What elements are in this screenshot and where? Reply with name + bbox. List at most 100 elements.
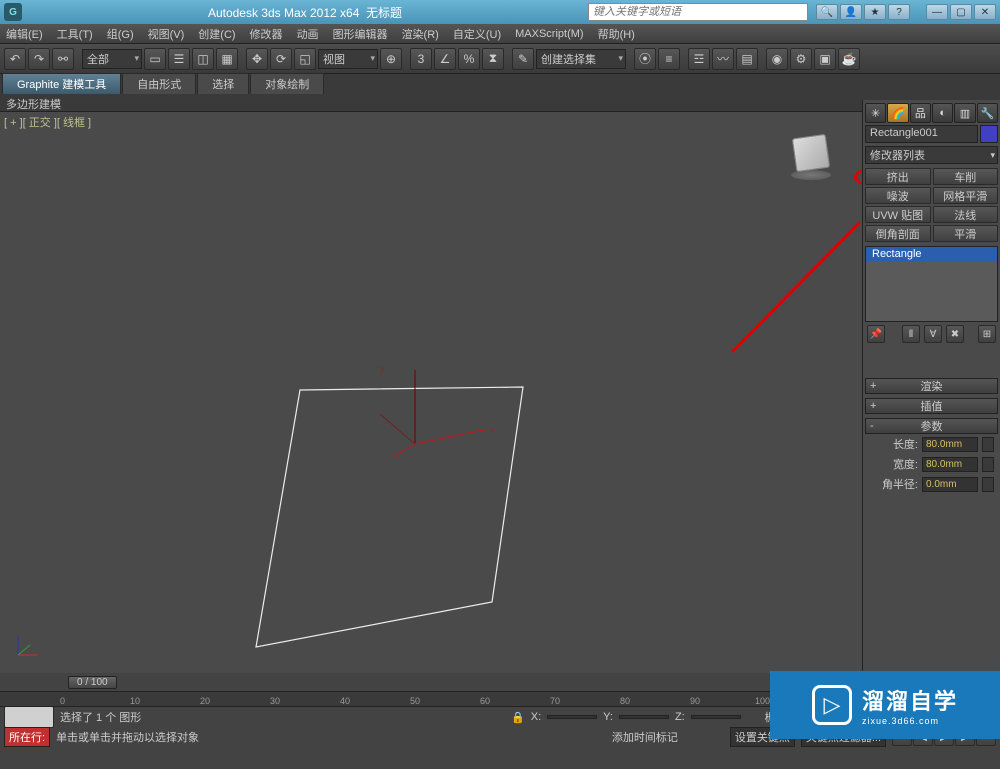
width-spinner[interactable]: 80.0mm <box>922 457 978 472</box>
rollout-render[interactable]: +渲染 <box>865 378 998 394</box>
menu-grapheditors[interactable]: 图形编辑器 <box>333 26 388 42</box>
preset-lathe[interactable]: 车削 <box>933 168 999 185</box>
remove-modifier-button[interactable]: ✖ <box>946 325 964 343</box>
select-name-button[interactable]: ☰ <box>168 48 190 70</box>
menu-help[interactable]: 帮助(H) <box>598 26 635 42</box>
schematic-view-button[interactable]: ▤ <box>736 48 758 70</box>
close-button[interactable]: ✕ <box>974 4 996 20</box>
preset-smooth[interactable]: 平滑 <box>933 225 999 242</box>
menu-rendering[interactable]: 渲染(R) <box>402 26 439 42</box>
layer-manager-button[interactable]: ☲ <box>688 48 710 70</box>
watermark-url: zixue.3d66.com <box>862 716 958 726</box>
world-axis-icon <box>12 631 42 661</box>
info-icon[interactable]: 🔍 <box>816 4 838 20</box>
menu-tools[interactable]: 工具(T) <box>57 26 93 42</box>
mirror-button[interactable]: ⦿ <box>634 48 656 70</box>
menu-customize[interactable]: 自定义(U) <box>453 26 501 42</box>
link-button[interactable]: ⚯ <box>52 48 74 70</box>
configure-sets-button[interactable]: ⊞ <box>978 325 996 343</box>
angle-snap-toggle[interactable]: ∠ <box>434 48 456 70</box>
ribbon-tab-freeform[interactable]: 自由形式 <box>122 73 196 94</box>
scale-button[interactable]: ◱ <box>294 48 316 70</box>
help-search-input[interactable] <box>588 3 808 21</box>
pin-stack-button[interactable]: 📌 <box>867 325 885 343</box>
render-button[interactable]: ☕ <box>838 48 860 70</box>
menu-edit[interactable]: 编辑(E) <box>6 26 43 42</box>
ref-coord-combo[interactable]: 视图 <box>318 49 378 69</box>
time-slider-thumb[interactable]: 0 / 100 <box>68 676 117 689</box>
menu-create[interactable]: 创建(C) <box>198 26 235 42</box>
graphite-ribbon-tabs: Graphite 建模工具 自由形式 选择 对象绘制 <box>0 74 1000 94</box>
modifier-list-combo[interactable]: 修改器列表 <box>865 146 998 164</box>
z-field[interactable] <box>691 715 741 719</box>
signin-icon[interactable]: 👤 <box>840 4 862 20</box>
add-time-tag[interactable]: 添加时间标记 <box>612 729 678 745</box>
width-spinner-buttons[interactable] <box>982 457 994 472</box>
viewport[interactable]: [ + ][ 正交 ][ 线框 ] y x <box>0 112 860 673</box>
rotate-button[interactable]: ⟳ <box>270 48 292 70</box>
minimize-button[interactable]: — <box>926 4 948 20</box>
object-color-swatch[interactable] <box>980 125 998 143</box>
align-button[interactable]: ≡ <box>658 48 680 70</box>
menu-modifiers[interactable]: 修改器 <box>250 26 283 42</box>
script-listener-label[interactable]: 所在行: <box>4 727 50 747</box>
help-icon[interactable]: ? <box>888 4 910 20</box>
viewcube[interactable] <box>786 130 836 180</box>
preset-uvwmap[interactable]: UVW 贴图 <box>865 206 931 223</box>
window-crossing-button[interactable]: ▦ <box>216 48 238 70</box>
ribbon-tab-modeling[interactable]: Graphite 建模工具 <box>2 73 121 94</box>
y-field[interactable] <box>619 715 669 719</box>
preset-normal[interactable]: 法线 <box>933 206 999 223</box>
corner-radius-spinner-buttons[interactable] <box>982 477 994 492</box>
tab-display[interactable]: ▥ <box>954 103 975 123</box>
maximize-button[interactable]: ▢ <box>950 4 972 20</box>
menu-maxscript[interactable]: MAXScript(M) <box>515 28 583 40</box>
tab-utilities[interactable]: 🔧 <box>977 103 998 123</box>
tab-hierarchy[interactable]: 品 <box>910 103 931 123</box>
spinner-snap-toggle[interactable]: ⧗ <box>482 48 504 70</box>
ribbon-tab-selection[interactable]: 选择 <box>197 73 249 94</box>
named-selection-combo[interactable]: 创建选择集 <box>536 49 626 69</box>
length-spinner[interactable]: 80.0mm <box>922 437 978 452</box>
x-field[interactable] <box>547 715 597 719</box>
undo-button[interactable]: ↶ <box>4 48 26 70</box>
render-setup-button[interactable]: ⚙ <box>790 48 812 70</box>
preset-meshsmooth[interactable]: 网格平滑 <box>933 187 999 204</box>
tab-modify[interactable]: 🌈 <box>887 103 908 123</box>
lock-icon[interactable]: 🔒 <box>511 711 525 724</box>
tab-motion[interactable]: ◐ <box>932 103 953 123</box>
svg-text:60: 60 <box>480 696 490 706</box>
tab-create[interactable]: ✳ <box>865 103 886 123</box>
preset-noise[interactable]: 噪波 <box>865 187 931 204</box>
menu-group[interactable]: 组(G) <box>107 26 134 42</box>
fav-icon[interactable]: ★ <box>864 4 886 20</box>
snap-toggle[interactable]: 3 <box>410 48 432 70</box>
select-region-button[interactable]: ◫ <box>192 48 214 70</box>
material-editor-button[interactable]: ◉ <box>766 48 788 70</box>
pivot-button[interactable]: ⊕ <box>380 48 402 70</box>
menu-views[interactable]: 视图(V) <box>148 26 185 42</box>
stack-item-rectangle[interactable]: Rectangle <box>866 247 997 261</box>
show-end-result-button[interactable]: Ⅱ <box>902 325 920 343</box>
corner-radius-spinner[interactable]: 0.0mm <box>922 477 978 492</box>
rollout-parameters[interactable]: -参数 长度: 80.0mm 宽度: 80.0mm 角半径: 0.0mm <box>865 418 998 494</box>
ribbon-tab-objectpaint[interactable]: 对象绘制 <box>250 73 324 94</box>
make-unique-button[interactable]: ∀ <box>924 325 942 343</box>
length-spinner-buttons[interactable] <box>982 437 994 452</box>
trackbar-button[interactable] <box>4 706 54 728</box>
redo-button[interactable]: ↷ <box>28 48 50 70</box>
render-frame-button[interactable]: ▣ <box>814 48 836 70</box>
menu-animation[interactable]: 动画 <box>297 26 319 42</box>
selection-filter-combo[interactable]: 全部 <box>82 49 142 69</box>
modifier-stack[interactable]: Rectangle <box>865 246 998 322</box>
object-name-field[interactable]: Rectangle001 <box>865 125 978 143</box>
selection-lock-button[interactable]: ✎ <box>512 48 534 70</box>
preset-bevelprofile[interactable]: 倒角剖面 <box>865 225 931 242</box>
preset-extrude[interactable]: 挤出 <box>865 168 931 185</box>
watermark: ▷ 溜溜自学 zixue.3d66.com <box>770 671 1000 739</box>
percent-snap-toggle[interactable]: % <box>458 48 480 70</box>
select-button[interactable]: ▭ <box>144 48 166 70</box>
move-button[interactable]: ✥ <box>246 48 268 70</box>
rollout-interpolation[interactable]: +插值 <box>865 398 998 414</box>
curve-editor-button[interactable]: 〰 <box>712 48 734 70</box>
